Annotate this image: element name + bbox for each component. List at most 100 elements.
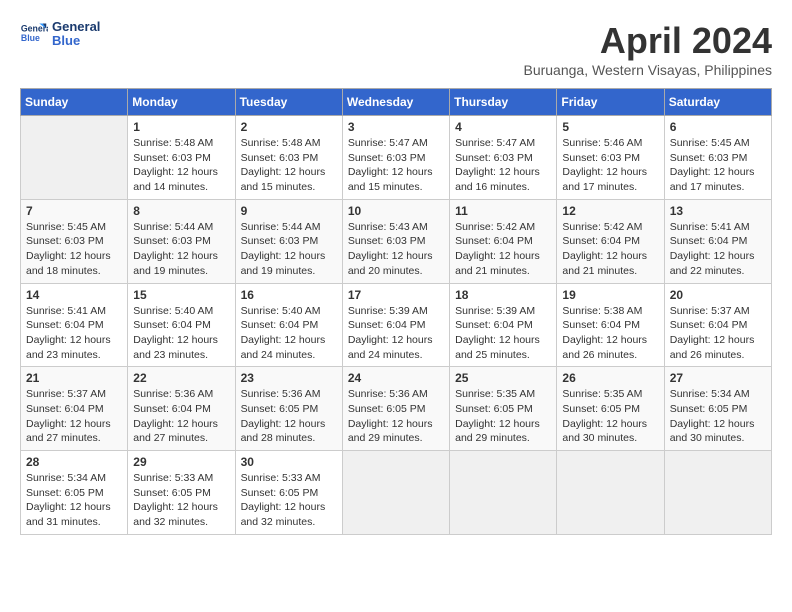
day-info: Sunrise: 5:43 AM Sunset: 6:03 PM Dayligh… xyxy=(348,220,444,279)
col-header-tuesday: Tuesday xyxy=(235,89,342,116)
day-info: Sunrise: 5:45 AM Sunset: 6:03 PM Dayligh… xyxy=(670,136,766,195)
calendar-cell xyxy=(450,451,557,535)
day-number: 10 xyxy=(348,204,444,218)
day-number: 9 xyxy=(241,204,337,218)
logo: General Blue General Blue xyxy=(20,20,100,49)
day-info: Sunrise: 5:40 AM Sunset: 6:04 PM Dayligh… xyxy=(133,304,229,363)
day-number: 6 xyxy=(670,120,766,134)
title-block: April 2024 Buruanga, Western Visayas, Ph… xyxy=(523,20,772,78)
logo-text-general: General xyxy=(52,20,100,34)
day-number: 17 xyxy=(348,288,444,302)
day-info: Sunrise: 5:44 AM Sunset: 6:03 PM Dayligh… xyxy=(133,220,229,279)
day-number: 14 xyxy=(26,288,122,302)
calendar-cell xyxy=(557,451,664,535)
month-title: April 2024 xyxy=(523,20,772,62)
day-info: Sunrise: 5:37 AM Sunset: 6:04 PM Dayligh… xyxy=(26,387,122,446)
day-number: 11 xyxy=(455,204,551,218)
calendar-week-row: 1 Sunrise: 5:48 AM Sunset: 6:03 PM Daylig… xyxy=(21,116,772,200)
day-info: Sunrise: 5:39 AM Sunset: 6:04 PM Dayligh… xyxy=(455,304,551,363)
day-info: Sunrise: 5:34 AM Sunset: 6:05 PM Dayligh… xyxy=(670,387,766,446)
day-number: 23 xyxy=(241,371,337,385)
calendar-cell: 21 Sunrise: 5:37 AM Sunset: 6:04 PM Dayli… xyxy=(21,367,128,451)
day-info: Sunrise: 5:41 AM Sunset: 6:04 PM Dayligh… xyxy=(670,220,766,279)
day-number: 1 xyxy=(133,120,229,134)
calendar-cell: 8 Sunrise: 5:44 AM Sunset: 6:03 PM Daylig… xyxy=(128,199,235,283)
calendar-cell: 24 Sunrise: 5:36 AM Sunset: 6:05 PM Dayli… xyxy=(342,367,449,451)
calendar-cell: 26 Sunrise: 5:35 AM Sunset: 6:05 PM Dayli… xyxy=(557,367,664,451)
day-number: 27 xyxy=(670,371,766,385)
day-number: 21 xyxy=(26,371,122,385)
day-info: Sunrise: 5:37 AM Sunset: 6:04 PM Dayligh… xyxy=(670,304,766,363)
calendar-cell: 23 Sunrise: 5:36 AM Sunset: 6:05 PM Dayli… xyxy=(235,367,342,451)
day-number: 7 xyxy=(26,204,122,218)
col-header-wednesday: Wednesday xyxy=(342,89,449,116)
day-info: Sunrise: 5:34 AM Sunset: 6:05 PM Dayligh… xyxy=(26,471,122,530)
calendar-week-row: 28 Sunrise: 5:34 AM Sunset: 6:05 PM Dayli… xyxy=(21,451,772,535)
page-header: General Blue General Blue April 2024 Bur… xyxy=(20,20,772,78)
calendar-cell: 16Sunrise: 5:40 AM Sunset: 6:04 PM Dayli… xyxy=(235,283,342,367)
day-info: Sunrise: 5:38 AM Sunset: 6:04 PM Dayligh… xyxy=(562,304,658,363)
day-number: 8 xyxy=(133,204,229,218)
calendar-cell xyxy=(342,451,449,535)
calendar-cell: 11 Sunrise: 5:42 AM Sunset: 6:04 PM Dayli… xyxy=(450,199,557,283)
calendar-cell: 29 Sunrise: 5:33 AM Sunset: 6:05 PM Dayli… xyxy=(128,451,235,535)
calendar-cell: 10 Sunrise: 5:43 AM Sunset: 6:03 PM Dayli… xyxy=(342,199,449,283)
calendar-cell: 1 Sunrise: 5:48 AM Sunset: 6:03 PM Daylig… xyxy=(128,116,235,200)
day-info: Sunrise: 5:47 AM Sunset: 6:03 PM Dayligh… xyxy=(455,136,551,195)
day-info: Sunrise: 5:36 AM Sunset: 6:05 PM Dayligh… xyxy=(348,387,444,446)
day-number: 16 xyxy=(241,288,337,302)
day-number: 29 xyxy=(133,455,229,469)
day-number: 26 xyxy=(562,371,658,385)
calendar-cell: 13Sunrise: 5:41 AM Sunset: 6:04 PM Dayli… xyxy=(664,199,771,283)
calendar-cell: 25 Sunrise: 5:35 AM Sunset: 6:05 PM Dayli… xyxy=(450,367,557,451)
day-number: 30 xyxy=(241,455,337,469)
calendar-cell: 20Sunrise: 5:37 AM Sunset: 6:04 PM Dayli… xyxy=(664,283,771,367)
calendar-cell: 9 Sunrise: 5:44 AM Sunset: 6:03 PM Daylig… xyxy=(235,199,342,283)
day-number: 28 xyxy=(26,455,122,469)
day-info: Sunrise: 5:36 AM Sunset: 6:05 PM Dayligh… xyxy=(241,387,337,446)
day-number: 3 xyxy=(348,120,444,134)
calendar-cell: 2Sunrise: 5:48 AM Sunset: 6:03 PM Daylig… xyxy=(235,116,342,200)
calendar-cell: 6 Sunrise: 5:45 AM Sunset: 6:03 PM Daylig… xyxy=(664,116,771,200)
calendar-cell: 3 Sunrise: 5:47 AM Sunset: 6:03 PM Daylig… xyxy=(342,116,449,200)
col-header-monday: Monday xyxy=(128,89,235,116)
day-info: Sunrise: 5:48 AM Sunset: 6:03 PM Dayligh… xyxy=(133,136,229,195)
calendar-week-row: 7 Sunrise: 5:45 AM Sunset: 6:03 PM Daylig… xyxy=(21,199,772,283)
location-subtitle: Buruanga, Western Visayas, Philippines xyxy=(523,62,772,78)
day-number: 24 xyxy=(348,371,444,385)
col-header-thursday: Thursday xyxy=(450,89,557,116)
day-number: 4 xyxy=(455,120,551,134)
day-number: 18 xyxy=(455,288,551,302)
calendar-cell: 19Sunrise: 5:38 AM Sunset: 6:04 PM Dayli… xyxy=(557,283,664,367)
day-info: Sunrise: 5:33 AM Sunset: 6:05 PM Dayligh… xyxy=(133,471,229,530)
col-header-saturday: Saturday xyxy=(664,89,771,116)
calendar-cell: 5 Sunrise: 5:46 AM Sunset: 6:03 PM Daylig… xyxy=(557,116,664,200)
day-info: Sunrise: 5:35 AM Sunset: 6:05 PM Dayligh… xyxy=(455,387,551,446)
col-header-sunday: Sunday xyxy=(21,89,128,116)
calendar-cell: 22Sunrise: 5:36 AM Sunset: 6:04 PM Dayli… xyxy=(128,367,235,451)
day-info: Sunrise: 5:36 AM Sunset: 6:04 PM Dayligh… xyxy=(133,387,229,446)
day-info: Sunrise: 5:47 AM Sunset: 6:03 PM Dayligh… xyxy=(348,136,444,195)
day-number: 2 xyxy=(241,120,337,134)
calendar-cell: 30Sunrise: 5:33 AM Sunset: 6:05 PM Dayli… xyxy=(235,451,342,535)
day-info: Sunrise: 5:42 AM Sunset: 6:04 PM Dayligh… xyxy=(455,220,551,279)
day-number: 25 xyxy=(455,371,551,385)
day-info: Sunrise: 5:44 AM Sunset: 6:03 PM Dayligh… xyxy=(241,220,337,279)
calendar-week-row: 21 Sunrise: 5:37 AM Sunset: 6:04 PM Dayli… xyxy=(21,367,772,451)
day-info: Sunrise: 5:45 AM Sunset: 6:03 PM Dayligh… xyxy=(26,220,122,279)
day-info: Sunrise: 5:41 AM Sunset: 6:04 PM Dayligh… xyxy=(26,304,122,363)
day-info: Sunrise: 5:42 AM Sunset: 6:04 PM Dayligh… xyxy=(562,220,658,279)
day-info: Sunrise: 5:39 AM Sunset: 6:04 PM Dayligh… xyxy=(348,304,444,363)
day-number: 5 xyxy=(562,120,658,134)
day-number: 15 xyxy=(133,288,229,302)
logo-icon: General Blue xyxy=(20,20,48,48)
logo-text-blue: Blue xyxy=(52,34,100,48)
calendar-cell: 7 Sunrise: 5:45 AM Sunset: 6:03 PM Daylig… xyxy=(21,199,128,283)
day-info: Sunrise: 5:46 AM Sunset: 6:03 PM Dayligh… xyxy=(562,136,658,195)
calendar-cell xyxy=(664,451,771,535)
calendar-cell: 28 Sunrise: 5:34 AM Sunset: 6:05 PM Dayli… xyxy=(21,451,128,535)
calendar-cell: 17 Sunrise: 5:39 AM Sunset: 6:04 PM Dayli… xyxy=(342,283,449,367)
calendar-table: SundayMondayTuesdayWednesdayThursdayFrid… xyxy=(20,88,772,535)
day-number: 12 xyxy=(562,204,658,218)
day-info: Sunrise: 5:35 AM Sunset: 6:05 PM Dayligh… xyxy=(562,387,658,446)
